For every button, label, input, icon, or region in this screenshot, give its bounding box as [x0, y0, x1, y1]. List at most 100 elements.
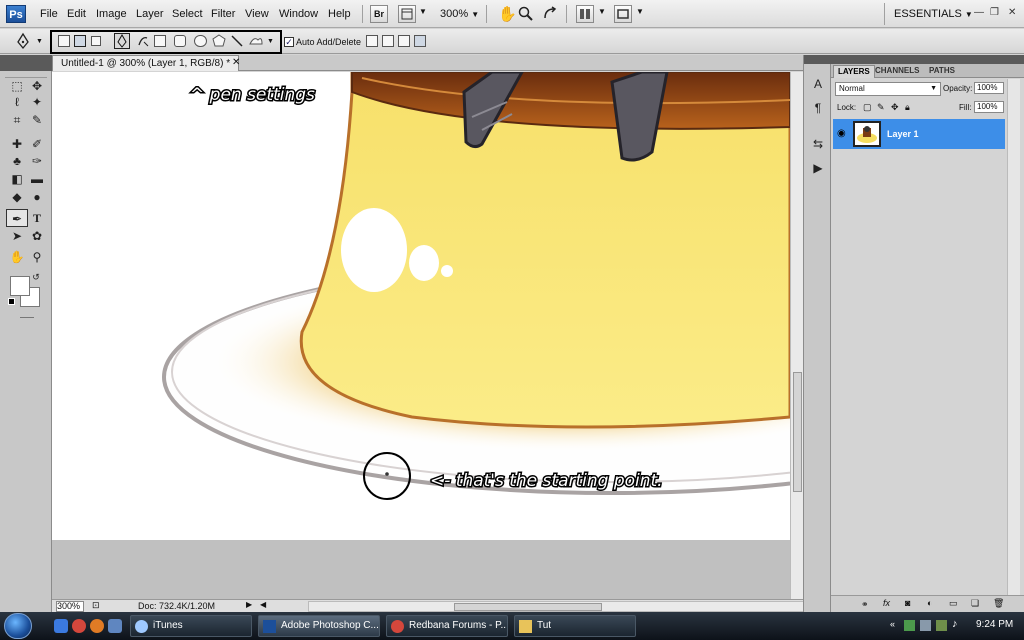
- tab-paths[interactable]: PATHS: [925, 65, 959, 78]
- magic-wand-tool-icon[interactable]: ✦: [26, 93, 48, 111]
- rotate-view-icon[interactable]: [542, 6, 558, 22]
- hand-tool-icon[interactable]: ✋: [498, 5, 517, 23]
- restore-button[interactable]: ❐: [990, 7, 999, 18]
- actions-panel-icon[interactable]: ▶: [807, 159, 829, 177]
- tab-layers[interactable]: LAYERS: [833, 65, 875, 78]
- tray-app-icon[interactable]: [904, 620, 915, 631]
- layer-row[interactable]: ◉ Layer 1: [833, 119, 1005, 149]
- path-subtract-button[interactable]: [382, 35, 394, 47]
- status-zoom-field[interactable]: 300%: [56, 601, 84, 612]
- hand-tool-icon[interactable]: ✋: [6, 248, 28, 266]
- path-intersect-button[interactable]: [398, 35, 410, 47]
- status-menu-arrow-icon[interactable]: ▶: [246, 600, 252, 609]
- adjustment-layer-icon[interactable]: ◐: [927, 598, 932, 608]
- fill-input[interactable]: 100%: [974, 101, 1004, 113]
- document-canvas[interactable]: ^ pen settings <- that's the starting po…: [52, 72, 790, 599]
- gradient-tool-icon[interactable]: ▬: [26, 170, 48, 188]
- workspace-switcher[interactable]: ESSENTIALS ▼: [894, 8, 973, 20]
- taskbar-item-browser[interactable]: Redbana Forums - P...: [386, 615, 508, 637]
- character-panel-icon[interactable]: A: [807, 75, 829, 93]
- chevron-down-icon[interactable]: ▼: [36, 38, 43, 45]
- link-layers-icon[interactable]: ⚭: [861, 599, 869, 610]
- visibility-eye-icon[interactable]: ◉: [837, 128, 846, 139]
- horizontal-scroll-thumb[interactable]: [454, 603, 602, 611]
- lock-all-icon[interactable]: 🔒︎: [905, 102, 910, 113]
- paragraph-panel-icon[interactable]: ¶: [807, 99, 829, 117]
- close-button[interactable]: ✕: [1008, 7, 1016, 18]
- path-selection-tool-icon[interactable]: ➤: [6, 227, 28, 245]
- bridge-button[interactable]: Br: [370, 5, 388, 23]
- menu-select[interactable]: Select: [172, 8, 203, 20]
- menu-filter[interactable]: Filter: [211, 8, 235, 20]
- lock-image-icon[interactable]: ✎: [877, 102, 885, 113]
- custom-shape-tool-icon[interactable]: ✿: [26, 227, 48, 245]
- dodge-tool-icon[interactable]: ●: [26, 188, 48, 206]
- eyedropper-tool-icon[interactable]: ✎: [26, 111, 48, 129]
- start-button[interactable]: [4, 613, 32, 639]
- vertical-scrollbar[interactable]: [790, 72, 803, 599]
- network-icon[interactable]: [920, 620, 931, 631]
- layers-scrollbar[interactable]: [1007, 79, 1020, 595]
- blend-mode-select[interactable]: Normal ▼: [835, 82, 941, 96]
- crop-tool-icon[interactable]: ⌗: [6, 111, 28, 129]
- quick-mask-icon[interactable]: [20, 317, 34, 318]
- opacity-input[interactable]: 100%: [974, 82, 1004, 94]
- new-group-icon[interactable]: ▭: [949, 598, 958, 609]
- clone-stamp-tool-icon[interactable]: ♣: [6, 152, 28, 170]
- volume-icon[interactable]: ♪: [952, 618, 958, 630]
- auto-add-delete-checkbox[interactable]: ✓: [284, 37, 294, 47]
- clone-source-icon[interactable]: ⇆: [807, 135, 829, 153]
- view-extras-button[interactable]: [398, 5, 416, 23]
- tray-expand-icon[interactable]: «: [890, 619, 895, 629]
- eraser-tool-icon[interactable]: ◧: [6, 170, 28, 188]
- healing-brush-tool-icon[interactable]: ✚: [6, 135, 28, 153]
- menu-edit[interactable]: Edit: [67, 8, 86, 20]
- firefox-quicklaunch-icon[interactable]: [90, 619, 104, 633]
- path-exclude-button[interactable]: [414, 35, 426, 47]
- menu-help[interactable]: Help: [328, 8, 351, 20]
- arrange-documents-button[interactable]: [576, 5, 594, 23]
- new-layer-icon[interactable]: ❏: [971, 598, 979, 609]
- chevron-down-icon[interactable]: ▼: [636, 7, 644, 16]
- lasso-tool-icon[interactable]: ℓ: [6, 93, 28, 111]
- chevron-down-icon[interactable]: ▼: [598, 7, 606, 16]
- zoom-tool-icon[interactable]: [518, 6, 534, 22]
- chevron-down-icon[interactable]: ▼: [419, 7, 427, 16]
- zoom-level-menu[interactable]: 300% ▼: [440, 8, 479, 20]
- layer-style-icon[interactable]: fx: [883, 598, 890, 608]
- blur-tool-icon[interactable]: ◆: [6, 188, 28, 206]
- screen-mode-button[interactable]: [614, 5, 632, 23]
- foreground-color-swatch[interactable]: [10, 276, 30, 296]
- pen-tool-icon[interactable]: ✒: [6, 209, 28, 227]
- type-tool-icon[interactable]: T: [26, 209, 48, 227]
- minimize-button[interactable]: —: [974, 7, 984, 18]
- default-colors-icon[interactable]: [8, 298, 15, 305]
- lock-transparent-icon[interactable]: ▢: [863, 102, 872, 113]
- lock-position-icon[interactable]: ✥: [891, 102, 899, 113]
- layer-mask-icon[interactable]: ◙: [905, 598, 910, 608]
- menu-file[interactable]: File: [40, 8, 58, 20]
- taskbar-item-folder[interactable]: Tut: [514, 615, 636, 637]
- menu-image[interactable]: Image: [96, 8, 127, 20]
- close-tab-icon[interactable]: ✕: [232, 57, 240, 68]
- taskbar-item-itunes[interactable]: iTunes: [130, 615, 252, 637]
- zoom-tool-icon[interactable]: ⚲: [26, 248, 48, 266]
- document-tab[interactable]: Untitled-1 @ 300% (Layer 1, RGB/8) *: [52, 55, 240, 71]
- path-add-button[interactable]: [366, 35, 378, 47]
- swap-colors-icon[interactable]: ↺: [30, 268, 42, 286]
- status-preview-icon[interactable]: ⊡: [92, 600, 100, 611]
- chrome-quicklaunch-icon[interactable]: [72, 619, 86, 633]
- delete-layer-icon[interactable]: 🗑︎: [993, 598, 1004, 609]
- tab-channels[interactable]: CHANNELS: [871, 65, 923, 78]
- history-brush-tool-icon[interactable]: ✑: [26, 152, 48, 170]
- vertical-scroll-thumb[interactable]: [793, 372, 802, 492]
- taskbar-item-photoshop[interactable]: Adobe Photoshop C...: [258, 615, 380, 637]
- pen-tool-preset-icon[interactable]: [14, 32, 32, 50]
- taskbar-clock[interactable]: 9:24 PM: [976, 619, 1013, 630]
- brush-tool-icon[interactable]: ✐: [26, 135, 48, 153]
- horizontal-scrollbar[interactable]: [308, 601, 844, 612]
- scroll-left-icon[interactable]: ◀: [260, 600, 266, 609]
- menu-layer[interactable]: Layer: [136, 8, 164, 20]
- show-desktop-icon[interactable]: [108, 619, 122, 633]
- tray-app-icon[interactable]: [936, 620, 947, 631]
